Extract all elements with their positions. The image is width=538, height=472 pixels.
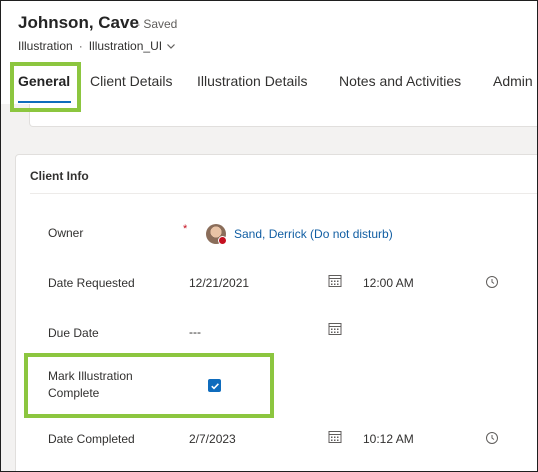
record-title: Johnson, Cave [18,13,139,32]
owner-link[interactable]: Sand, Derrick (Do not disturb) [234,227,393,241]
date-requested-label: Date Requested [48,276,135,290]
clock-icon[interactable] [485,431,499,445]
breadcrumb: Illustration · Illustration_UI [18,39,176,53]
client-info-section: Client Info [15,154,537,471]
tab-client-details[interactable]: Client Details [90,73,172,89]
form-selector[interactable]: Illustration_UI [89,39,162,53]
date-completed-label: Date Completed [48,432,135,446]
calendar-icon[interactable] [328,430,342,444]
clock-icon[interactable] [485,275,499,289]
tab-illustration-details[interactable]: Illustration Details [197,73,308,89]
section-divider [30,193,537,194]
section-title: Client Info [30,169,89,183]
date-completed-input[interactable]: 2/7/2023 [189,432,236,446]
breadcrumb-separator: · [78,39,83,53]
tab-bar: General Client Details Illustration Deta… [1,67,537,101]
save-status: - Saved [136,17,178,31]
highlight-general-tab [10,62,81,112]
owner-label: Owner [48,226,84,240]
time-completed-input[interactable]: 10:12 AM [363,432,414,446]
chevron-down-icon[interactable] [166,41,176,51]
calendar-icon[interactable] [328,322,342,336]
presence-dnd-icon [218,236,227,245]
breadcrumb-entity: Illustration [18,39,73,53]
calendar-icon[interactable] [328,274,342,288]
time-requested-input[interactable]: 12:00 AM [363,276,414,290]
tab-admin[interactable]: Admin [493,73,533,89]
app-window: Johnson, Cave - Saved Illustration · Ill… [0,0,538,472]
tab-notes-and-activities[interactable]: Notes and Activities [339,73,461,89]
highlight-mark-complete [24,353,274,418]
required-indicator: * [183,223,188,235]
record-header: Johnson, Cave - Saved Illustration · Ill… [1,1,537,104]
due-date-input[interactable]: --- [189,325,201,339]
date-requested-input[interactable]: 12/21/2021 [189,276,249,290]
due-date-label: Due Date [48,326,99,340]
previous-section-card [29,104,537,127]
